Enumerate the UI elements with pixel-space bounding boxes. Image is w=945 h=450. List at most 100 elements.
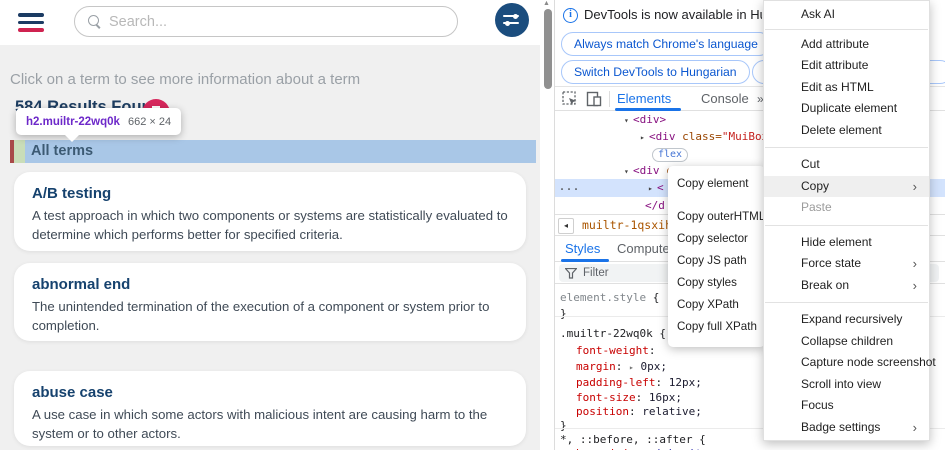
menu-item-copy-full-xpath[interactable]: Copy full XPath [668,316,765,338]
browser-window: Click on a term to see more information … [0,0,945,450]
search-bar[interactable] [74,6,458,37]
element-context-menu: Ask AI Add attribute Edit attribute Edit… [763,0,930,441]
term-card[interactable]: abuse case A use case in which some acto… [14,371,526,446]
css-rule-line[interactable]: .muiltr-22wq0k { [560,326,666,341]
scroll-up-icon[interactable]: ▲ [543,0,550,7]
filter-button[interactable] [495,3,529,37]
css-declaration[interactable]: margin: ▸ 0px; [576,359,667,374]
filter-placeholder: Filter [583,264,609,282]
chevron-right-icon: › [913,417,917,439]
match-language-button[interactable]: Always match Chrome's language [561,32,771,56]
tag-token: <div [633,164,660,177]
term-title: A/B testing [32,185,508,202]
menu-item-copy-js-path[interactable]: Copy JS path [668,250,765,272]
css-rule-line[interactable]: *, ::before, ::after { [560,432,706,447]
css-rule-line[interactable]: element.style { [560,290,659,305]
expander-closed-icon[interactable]: ▸ [648,180,657,197]
scrollbar-thumb[interactable] [544,9,552,89]
sliders-icon [503,14,521,26]
search-icon [88,15,101,28]
info-icon: i [563,8,578,23]
copy-submenu: Copy element Copy outerHTML Copy selecto… [668,166,765,347]
menu-item-focus[interactable]: Focus [764,395,929,417]
site-topbar [0,0,540,45]
device-toolbar-icon[interactable] [586,91,602,107]
css-declaration[interactable]: position: relative; [576,404,702,419]
chevron-right-icon: › [913,275,917,297]
menu-item-add-attribute[interactable]: Add attribute [764,34,929,56]
expander-open-icon[interactable]: ▾ [624,163,633,180]
menu-item-edit-as-html[interactable]: Edit as HTML [764,77,929,99]
glossary-page: Click on a term to see more information … [0,0,540,450]
more-actions-icon[interactable]: ... [559,179,580,196]
menu-item-edit-attribute[interactable]: Edit attribute [764,55,929,77]
tag-token: < [657,181,664,194]
css-declaration[interactable]: box-sizing: inherit; [576,446,708,450]
section-header-label: All terms [25,140,536,163]
menu-item-expand-recursively[interactable]: Expand recursively [764,309,929,331]
menu-item-cut[interactable]: Cut [764,154,929,176]
menu-separator [765,147,928,148]
hamburger-menu-icon[interactable] [18,13,44,32]
tooltip-pointer [64,134,80,142]
term-definition: The unintended termination of the execut… [32,298,508,335]
expander-closed-icon[interactable]: ▸ [640,129,649,146]
menu-item-copy-styles[interactable]: Copy styles [668,272,765,294]
term-definition: A test approach in which two components … [32,207,508,244]
notice-text: DevTools is now available in Hunga [584,7,762,22]
menu-item-badge-settings[interactable]: Badge settings › [764,417,929,439]
css-declaration[interactable]: font-weight: [576,343,655,358]
tab-console[interactable]: Console [701,87,749,111]
tooltip-dimensions: 662 × 24 [128,116,171,128]
tag-token: <div [649,130,676,143]
menu-item-label: Badge settings [801,420,880,434]
menu-item-break-on[interactable]: Break on› [764,275,929,297]
menu-item-duplicate-element[interactable]: Duplicate element [764,98,929,120]
menu-separator [765,29,928,30]
tag-token: </d [645,199,665,212]
menu-item-copy-element[interactable]: Copy element [668,173,765,195]
page-scrollbar[interactable]: ▲ [540,0,555,450]
flex-badge[interactable]: flex [652,148,688,162]
menu-separator [765,302,928,303]
menu-item-force-state[interactable]: Force state › [764,253,929,275]
inspect-tooltip: h2.muiltr-22wq0k 662 × 24 [16,108,181,135]
switch-hungarian-button[interactable]: Switch DevTools to Hungarian [561,60,750,84]
menu-item-ask-ai[interactable]: Ask AI [764,4,929,26]
menu-item-capture-node-screenshot[interactable]: Capture node screenshot [764,352,929,374]
menu-item-label: Force state [801,256,861,270]
tag-token: <div> [633,113,666,126]
menu-item-delete-element[interactable]: Delete element [764,120,929,142]
toolbar-divider [609,91,610,107]
funnel-icon [565,268,577,279]
padding-overlay [14,140,25,163]
menu-item-paste[interactable]: Paste [764,197,929,219]
breadcrumb-back-button[interactable]: ◂ [558,218,574,234]
menu-item-copy-xpath[interactable]: Copy XPath [668,294,765,316]
menu-item-scroll-into-view[interactable]: Scroll into view [764,374,929,396]
menu-item-copy-selector[interactable]: Copy selector [668,228,765,250]
menu-separator [765,225,928,226]
chevron-right-icon: › [913,176,917,198]
css-declaration[interactable]: font-size: 16px; [576,390,682,405]
term-card[interactable]: A/B testing A test approach in which two… [14,172,526,251]
expand-shorthand-icon[interactable]: ▸ [629,363,634,372]
menu-item-hide-element[interactable]: Hide element [764,232,929,254]
menu-item-label: Copy [801,179,829,193]
menu-item-copy[interactable]: Copy › [764,176,929,198]
instruction-text: Click on a term to see more information … [10,71,360,88]
breadcrumb[interactable]: muiltr-1qsxih2 [582,215,679,236]
search-input[interactable] [109,14,409,30]
css-rule-line: } [560,306,567,321]
menu-item-collapse-children[interactable]: Collapse children [764,331,929,353]
term-definition: A use case in which some actors with mal… [32,406,508,443]
chevron-right-icon: › [913,253,917,275]
expander-open-icon[interactable]: ▾ [624,112,633,129]
term-card[interactable]: abnormal end The unintended termination … [14,263,526,341]
section-header-highlighted[interactable]: All terms [10,140,536,163]
more-tabs-icon[interactable]: » [757,87,763,111]
css-declaration[interactable]: padding-left: 12px; [576,375,702,390]
menu-item-copy-outerhtml[interactable]: Copy outerHTML [668,206,765,228]
inspect-icon[interactable] [562,91,578,107]
attr-token: class= [682,130,722,143]
